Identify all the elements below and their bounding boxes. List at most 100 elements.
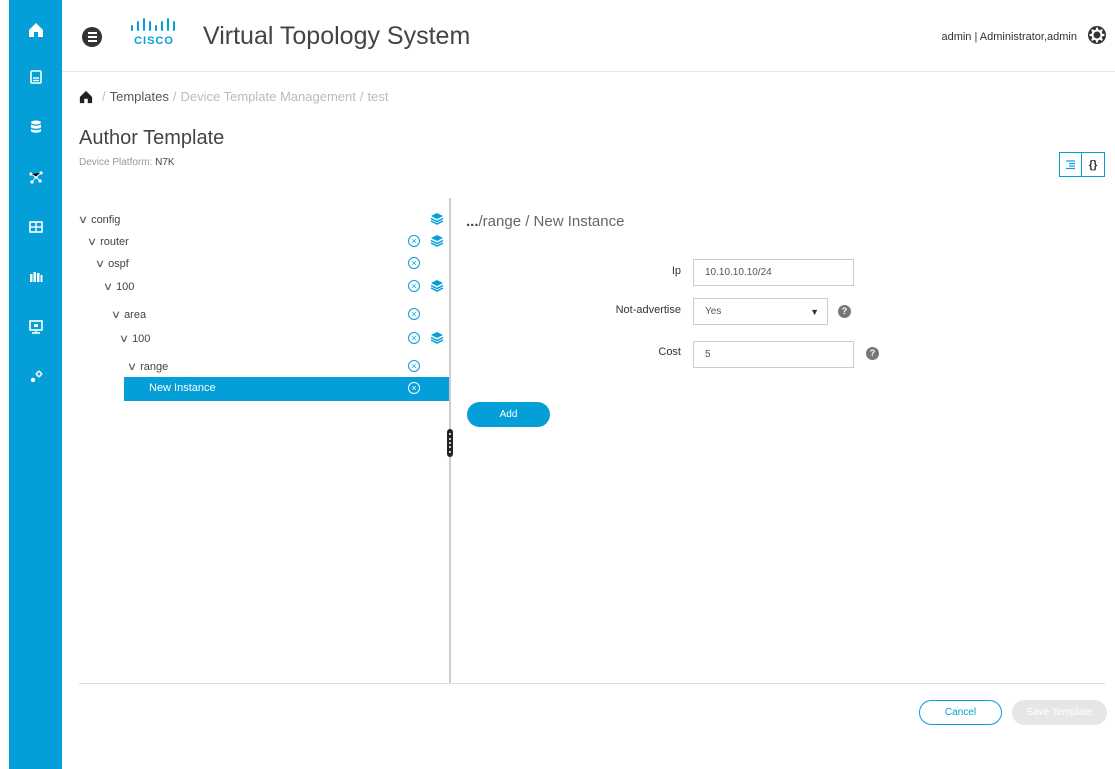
breadcrumb-templates[interactable]: Templates <box>110 89 169 104</box>
tree-node-label: ospf <box>108 257 129 270</box>
tree-node-area: ∨ area × <box>79 303 449 327</box>
tree-node-toggle[interactable]: ∨ 100 <box>102 280 135 294</box>
remove-node-icon[interactable]: × <box>408 257 420 269</box>
path-ellipsis[interactable]: ... <box>466 213 479 230</box>
help-icon[interactable]: ? <box>866 347 879 360</box>
cisco-bars-icon <box>131 18 175 31</box>
document-icon <box>29 70 42 84</box>
inventory-icon <box>29 272 42 282</box>
grip-dot-icon <box>449 441 451 444</box>
code-view-button[interactable]: {} <box>1082 153 1104 176</box>
nav-monitor[interactable] <box>9 307 62 347</box>
remove-node-icon[interactable]: × <box>408 280 420 292</box>
tree-node-toggle[interactable]: ∨ range <box>126 360 169 374</box>
remove-node-icon[interactable]: × <box>408 308 420 320</box>
tree-node-toggle[interactable]: New Instance <box>149 382 216 394</box>
tree-node-100: ∨ 100 × <box>79 275 449 299</box>
nav-topology[interactable] <box>9 157 62 197</box>
home-icon[interactable] <box>79 90 93 104</box>
remove-node-icon[interactable]: × <box>408 235 420 247</box>
chevron-down-icon: ∨ <box>118 333 130 345</box>
layers-icon[interactable] <box>430 279 444 293</box>
tree-node-router: ∨ router × <box>79 230 449 254</box>
menu-line-icon <box>87 40 97 42</box>
tree-node-config: ∨ config <box>78 208 449 232</box>
layers-icon[interactable] <box>430 234 444 248</box>
grip-dot-icon <box>449 450 451 453</box>
database-icon <box>30 120 41 133</box>
chevron-down-icon: ∨ <box>110 309 122 321</box>
tree-node-toggle[interactable]: ∨ router <box>87 235 129 249</box>
node-path: /range / New Instance <box>478 213 625 230</box>
tree-node-toggle[interactable]: ∨ ospf <box>94 257 129 271</box>
tree-node-toggle[interactable]: ∨ area <box>110 308 147 322</box>
tree-node-new-instance[interactable]: New Instance × <box>124 377 449 401</box>
tree-node-label: 100 <box>132 332 151 345</box>
chevron-down-icon: ∨ <box>102 281 114 293</box>
chevron-down-icon: ∨ <box>94 258 106 270</box>
ip-label: Ip <box>671 265 681 277</box>
grip-dot-icon <box>449 437 451 440</box>
tree-node-label: area <box>124 308 147 321</box>
breadcrumb-separator: / <box>102 89 106 104</box>
ip-field[interactable]: 10.10.10.10/24 <box>693 259 854 286</box>
tree-node-ospf: ∨ ospf × <box>79 252 449 276</box>
cisco-logo-text: CISCO <box>134 35 174 47</box>
nav-database[interactable] <box>9 107 62 147</box>
grip-dot-icon <box>449 433 451 436</box>
remove-node-icon[interactable]: × <box>408 382 420 394</box>
breadcrumb-device-template-management[interactable]: Device Template Management <box>181 89 356 104</box>
tree-node-label: config <box>91 213 121 226</box>
monitor-icon <box>28 320 43 334</box>
cost-field[interactable]: 5 <box>693 341 854 368</box>
left-nav-rail <box>9 0 62 769</box>
tree-node-label: range <box>140 360 169 373</box>
app-title: Virtual Topology System <box>203 22 471 50</box>
not-advertise-select[interactable]: Yes ▼ <box>693 298 828 325</box>
tree-node-label: router <box>100 235 129 248</box>
dropdown-caret-icon: ▼ <box>810 306 819 317</box>
not-advertise-label: Not-advertise <box>615 304 681 316</box>
node-path-title: .../range / New Instance <box>466 213 624 230</box>
footer-divider <box>79 683 1105 684</box>
tree-view-button[interactable] <box>1060 153 1082 176</box>
breadcrumb-separator: / <box>172 89 177 104</box>
save-template-button[interactable]: Save Template <box>1012 700 1107 725</box>
menu-line-icon <box>87 32 97 34</box>
grid-icon <box>28 221 43 233</box>
layers-icon[interactable] <box>430 212 444 226</box>
nav-inventory[interactable] <box>9 257 62 297</box>
layers-icon[interactable] <box>430 331 444 345</box>
chevron-down-icon: ∨ <box>126 361 138 373</box>
tree-node-area-100: ∨ 100 × <box>79 327 449 351</box>
nav-documents[interactable] <box>9 57 62 97</box>
view-toggle: {} <box>1059 152 1105 177</box>
cancel-button[interactable]: Cancel <box>919 700 1002 725</box>
app-header: CISCO Virtual Topology System admin | Ad… <box>62 0 1115 72</box>
page-title: Author Template <box>79 127 225 149</box>
remove-node-icon[interactable]: × <box>408 332 420 344</box>
gear-icon[interactable] <box>1087 25 1107 45</box>
topology-icon <box>28 171 43 184</box>
tree-node-toggle[interactable]: ∨ config <box>78 213 121 227</box>
breadcrumb: / Templates / Device Template Management… <box>79 89 388 104</box>
grip-dot-icon <box>449 446 451 449</box>
remove-node-icon[interactable]: × <box>408 360 420 372</box>
tree-node-label: 100 <box>116 280 135 293</box>
home-icon <box>28 23 43 37</box>
user-info[interactable]: admin | Administrator,admin <box>941 31 1077 43</box>
nav-grid[interactable] <box>9 207 62 247</box>
add-button[interactable]: Add <box>467 402 550 427</box>
resize-handle[interactable] <box>447 429 453 457</box>
device-platform-label: Device Platform: <box>79 157 153 168</box>
braces-icon: {} <box>1088 158 1098 171</box>
hamburger-menu-button[interactable] <box>82 27 102 47</box>
admin-tools-icon <box>30 370 42 383</box>
tree-node-toggle[interactable]: ∨ 100 <box>118 332 151 346</box>
help-icon[interactable]: ? <box>838 305 851 318</box>
template-tree: ∨ config ∨ router × ∨ ospf × ∨ 100 × ∨ area ×… <box>78 208 449 682</box>
cisco-logo: CISCO <box>128 18 180 48</box>
tree-node-label: New Instance <box>149 382 216 394</box>
nav-home[interactable] <box>9 10 62 50</box>
nav-admin-tools[interactable] <box>9 357 62 397</box>
